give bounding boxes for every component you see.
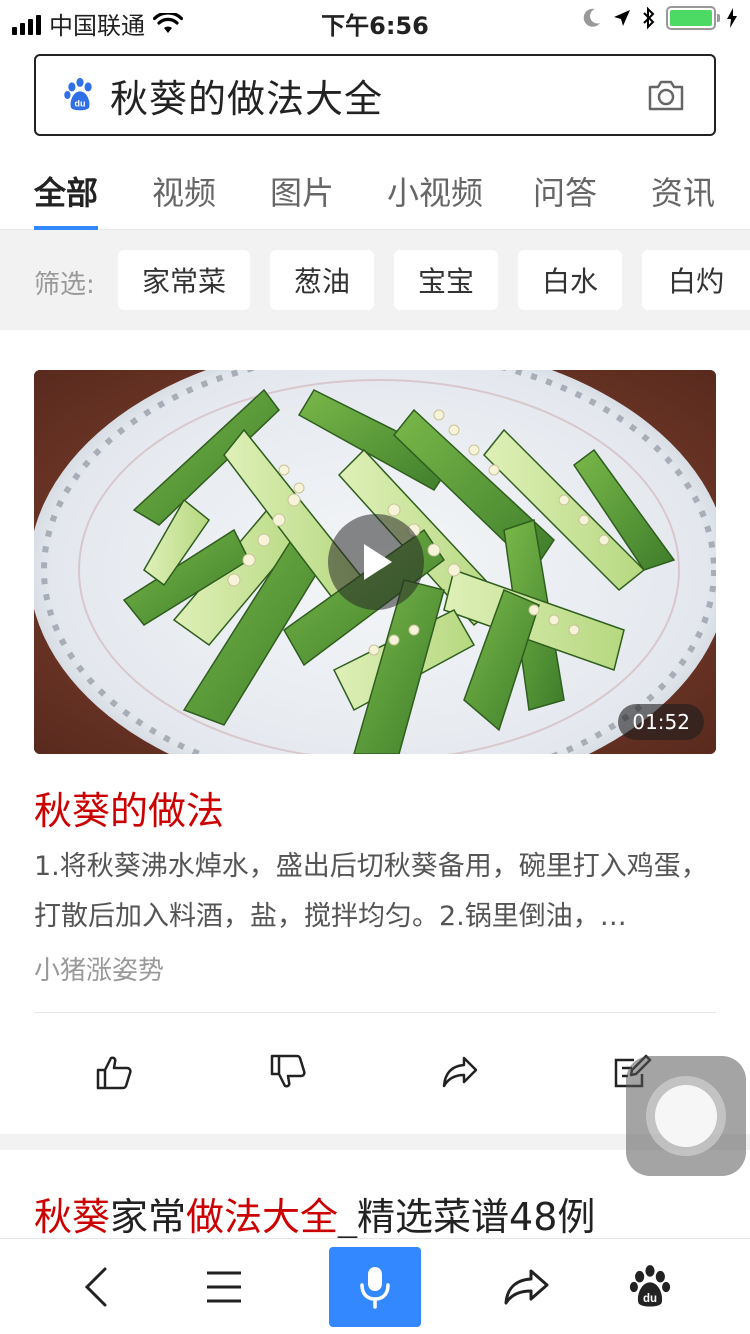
moon-icon [583,8,600,27]
result-description: 1.将秋葵沸水焯水，盛出后切秋葵备用，碗里打入鸡蛋，打散后加入料酒，盐，搅拌均匀… [34,851,708,932]
share-arrow-icon [504,1269,549,1305]
thumbs-down-icon[interactable] [268,1052,308,1092]
baidu-home-button[interactable]: du [622,1259,678,1315]
baidu-paw-icon: du [64,77,92,111]
video-thumbnail[interactable]: 01:52 [34,370,716,754]
filter-chip[interactable]: 白灼 [642,250,750,310]
filter-chip[interactable]: 白水 [518,250,622,310]
thumbs-up-icon[interactable] [94,1052,134,1092]
bottom-toolbar: du [0,1238,750,1334]
battery-icon [666,6,720,30]
result-source[interactable]: 小猪涨姿势 [34,950,164,987]
filter-chip[interactable]: 葱油 [270,250,374,310]
svg-text:du: du [75,99,86,109]
result-title-2-part: _精选菜谱48例 [338,1195,596,1239]
tab-all[interactable]: 全部 [34,168,98,214]
filter-chip[interactable]: 宝宝 [394,250,498,310]
tab-short-video[interactable]: 小视频 [387,168,483,214]
tab-video[interactable]: 视频 [152,168,216,214]
status-bar: 中国联通 下午6:56 [0,0,750,40]
video-duration: 01:52 [618,704,704,740]
tab-images[interactable]: 图片 [270,168,334,214]
back-button[interactable] [68,1259,124,1315]
voice-search-button[interactable] [329,1247,421,1327]
search-query[interactable]: 秋葵的做法大全 [110,68,646,123]
play-icon [364,544,392,580]
search-tabs: 全部 视频 图片 小视频 问答 资讯 [0,150,750,230]
filter-row: 筛选: 家常菜 葱油 宝宝 白水 白灼 [0,230,750,330]
share-icon[interactable] [440,1052,480,1092]
result-title-2[interactable]: 秋葵家常做法大全_精选菜谱48例 [34,1186,595,1241]
microphone-icon [360,1267,390,1309]
result-title-2-part: 秋葵 [34,1195,111,1239]
camera-icon[interactable] [646,77,686,113]
tab-qa[interactable]: 问答 [533,168,597,214]
charging-bolt-icon [727,8,737,28]
baidu-paw-icon: du [629,1265,671,1307]
filter-label: 筛选: [34,270,95,300]
menu-icon [207,1271,241,1303]
result-title[interactable]: 秋葵的做法 [34,780,224,835]
bluetooth-icon [643,6,655,30]
menu-button[interactable] [196,1259,252,1315]
assistive-touch-button[interactable] [626,1056,746,1176]
filter-chip[interactable]: 家常菜 [118,250,250,310]
result-title-2-part: 家常 [110,1195,187,1239]
search-box[interactable]: du 秋葵的做法大全 [34,54,716,136]
location-arrow-icon [614,10,630,26]
chevron-left-icon [84,1267,107,1307]
result-title-2-part: 做法大全 [186,1195,339,1239]
forward-share-button[interactable] [498,1259,554,1315]
status-right [582,6,738,30]
svg-text:du: du [643,1293,657,1305]
play-button[interactable] [328,514,424,610]
divider [34,1012,716,1013]
tab-news[interactable]: 资讯 [651,168,715,214]
